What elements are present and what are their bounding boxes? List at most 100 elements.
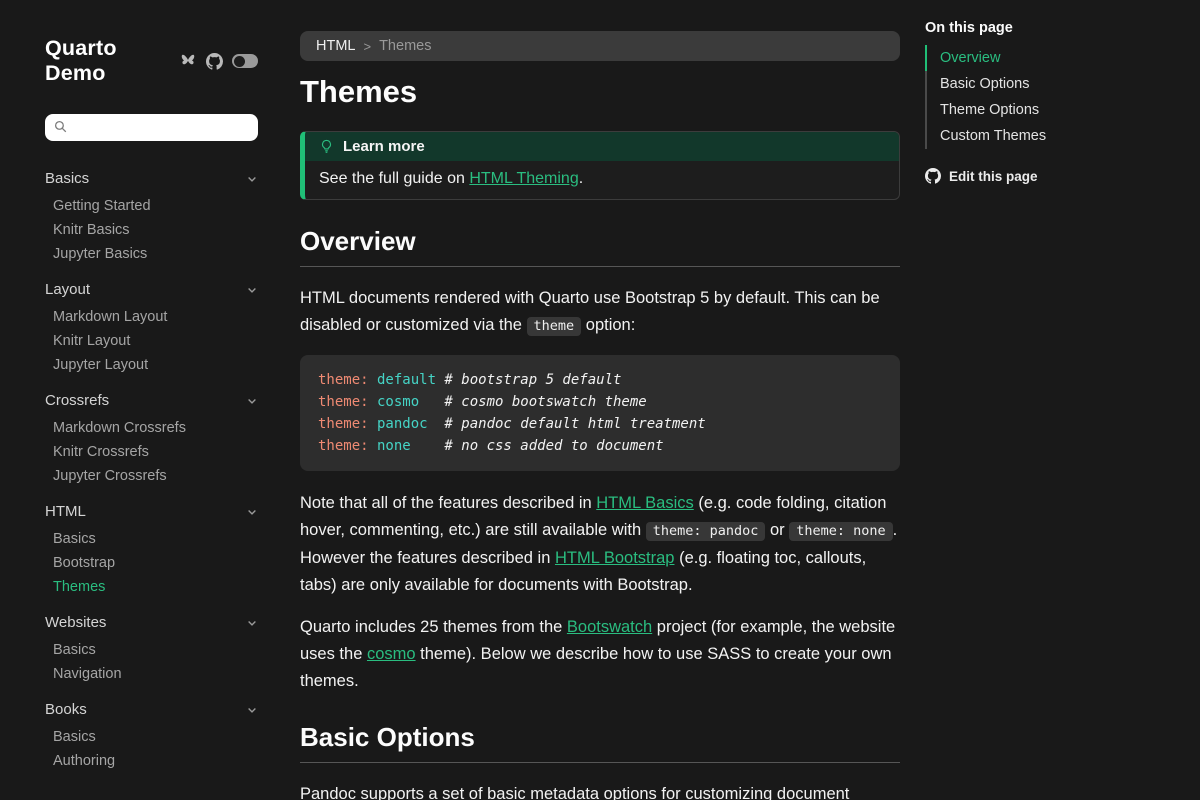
chevron-down-icon xyxy=(246,506,258,518)
lightbulb-icon xyxy=(319,139,334,154)
callout-header: Learn more xyxy=(305,132,899,161)
breadcrumb-html[interactable]: HTML xyxy=(316,38,355,54)
theme-toggle-icon[interactable] xyxy=(232,54,258,68)
yaml-comment: # pandoc default html treatment xyxy=(444,416,705,432)
sidebar-section-layout: Layout Markdown Layout Knitr Layout Jupy… xyxy=(45,279,258,377)
code-line: theme:pandoc# pandoc default html treatm… xyxy=(318,413,882,435)
inline-code-theme: theme xyxy=(527,317,582,336)
text-run: Note that all of the features described … xyxy=(300,494,596,512)
sidebar-item-websites-basics[interactable]: Basics xyxy=(45,638,258,662)
search-box xyxy=(45,114,258,141)
basic-options-paragraph: Pandoc supports a set of basic metadata … xyxy=(300,781,900,800)
sidebar-item-knitr-layout[interactable]: Knitr Layout xyxy=(45,329,258,353)
chevron-down-icon xyxy=(246,395,258,407)
chevron-down-icon xyxy=(246,284,258,296)
toc-item-basic-options[interactable]: Basic Options xyxy=(925,71,1200,97)
sidebar-item-navigation[interactable]: Navigation xyxy=(45,662,258,686)
sidebar-section-html: HTML Basics Bootstrap Themes xyxy=(45,501,258,599)
text-run: Quarto includes 25 themes from the xyxy=(300,618,567,636)
yaml-code-block: theme:default# bootstrap 5 default theme… xyxy=(300,355,900,471)
breadcrumb-themes: Themes xyxy=(379,38,431,54)
sidebar-section-toggle[interactable]: Basics xyxy=(45,168,258,190)
toc-item-custom-themes[interactable]: Custom Themes xyxy=(925,123,1200,149)
github-icon[interactable] xyxy=(206,53,223,70)
sidebar-item-markdown-layout[interactable]: Markdown Layout xyxy=(45,305,258,329)
html-theming-link[interactable]: HTML Theming xyxy=(469,170,578,187)
overview-paragraph-1: HTML documents rendered with Quarto use … xyxy=(300,285,900,340)
bootswatch-link[interactable]: Bootswatch xyxy=(567,618,652,636)
sidebar-item-books-basics[interactable]: Basics xyxy=(45,725,258,749)
text-run: option: xyxy=(581,316,635,334)
overview-heading: Overview xyxy=(300,226,900,256)
overview-paragraph-2: Note that all of the features described … xyxy=(300,490,900,599)
toc-list: Overview Basic Options Theme Options Cus… xyxy=(925,45,1200,149)
code-line: theme:cosmo# cosmo bootswatch theme xyxy=(318,391,882,413)
page: Quarto Demo Basics xyxy=(0,0,1200,800)
basic-options-heading: Basic Options xyxy=(300,722,900,752)
sidebar-section-websites: Websites Basics Navigation xyxy=(45,612,258,686)
yaml-key: theme: xyxy=(318,369,377,391)
search-input[interactable] xyxy=(45,114,258,141)
yaml-value: pandoc xyxy=(377,413,444,435)
toc-item-theme-options[interactable]: Theme Options xyxy=(925,97,1200,123)
sidebar-section-toggle[interactable]: Websites xyxy=(45,612,258,634)
toc-item-overview[interactable]: Overview xyxy=(925,45,1200,71)
sidebar-section-basics: Basics Getting Started Knitr Basics Jupy… xyxy=(45,168,258,266)
sidebar-section-toggle[interactable]: Crossrefs xyxy=(45,390,258,412)
sidebar-item-jupyter-basics[interactable]: Jupyter Basics xyxy=(45,242,258,266)
sidebar-item-themes-active[interactable]: Themes xyxy=(45,575,258,599)
section-label: Books xyxy=(45,699,87,721)
inline-code-theme-pandoc: theme: pandoc xyxy=(646,522,766,541)
sidebar-item-knitr-basics[interactable]: Knitr Basics xyxy=(45,218,258,242)
page-title: Themes xyxy=(300,75,900,109)
chevron-down-icon xyxy=(246,704,258,716)
yaml-value: default xyxy=(377,369,444,391)
code-line: theme:none# no css added to document xyxy=(318,435,882,457)
main-content: HTML > Themes Themes Learn more See the … xyxy=(283,0,900,800)
yaml-key: theme: xyxy=(318,391,377,413)
text-run: or xyxy=(765,521,789,539)
sidebar-nav: Basics Getting Started Knitr Basics Jupy… xyxy=(45,168,258,773)
section-label: Websites xyxy=(45,612,106,634)
sidebar: Quarto Demo Basics xyxy=(0,0,283,800)
sidebar-item-getting-started[interactable]: Getting Started xyxy=(45,194,258,218)
section-label: Crossrefs xyxy=(45,390,109,412)
sidebar-section-books: Books Basics Authoring xyxy=(45,699,258,773)
sidebar-item-bootstrap[interactable]: Bootstrap xyxy=(45,551,258,575)
sidebar-section-toggle[interactable]: HTML xyxy=(45,501,258,523)
sidebar-item-html-basics[interactable]: Basics xyxy=(45,527,258,551)
yaml-comment: # no css added to document xyxy=(444,438,663,454)
html-bootstrap-link[interactable]: HTML Bootstrap xyxy=(555,549,675,567)
sidebar-item-jupyter-crossrefs[interactable]: Jupyter Crossrefs xyxy=(45,464,258,488)
callout-period: . xyxy=(579,170,583,187)
edit-this-page-label: Edit this page xyxy=(949,169,1038,184)
sidebar-section-crossrefs: Crossrefs Markdown Crossrefs Knitr Cross… xyxy=(45,390,258,488)
heading-rule xyxy=(300,266,900,267)
sidebar-section-toggle[interactable]: Layout xyxy=(45,279,258,301)
yaml-value: none xyxy=(377,435,444,457)
site-title: Quarto Demo xyxy=(45,36,170,86)
toc-title: On this page xyxy=(925,18,1200,38)
chevron-down-icon xyxy=(246,173,258,185)
section-label: HTML xyxy=(45,501,86,523)
callout-body: See the full guide on HTML Theming. xyxy=(305,161,899,199)
sidebar-item-authoring[interactable]: Authoring xyxy=(45,749,258,773)
cosmo-link[interactable]: cosmo xyxy=(367,645,416,663)
heading-rule xyxy=(300,762,900,763)
edit-this-page-link[interactable]: Edit this page xyxy=(925,168,1200,184)
breadcrumb: HTML > Themes xyxy=(300,31,900,61)
html-basics-link[interactable]: HTML Basics xyxy=(596,494,694,512)
github-icon xyxy=(925,168,941,184)
yaml-comment: # bootstrap 5 default xyxy=(444,372,621,388)
section-label: Layout xyxy=(45,279,90,301)
overview-paragraph-3: Quarto includes 25 themes from the Boots… xyxy=(300,614,900,695)
sidebar-item-jupyter-layout[interactable]: Jupyter Layout xyxy=(45,353,258,377)
toc-sidebar: On this page Overview Basic Options Them… xyxy=(900,0,1200,800)
sidebar-section-toggle[interactable]: Books xyxy=(45,699,258,721)
yaml-key: theme: xyxy=(318,413,377,435)
callout-text: See the full guide on xyxy=(319,170,469,187)
sidebar-item-knitr-crossrefs[interactable]: Knitr Crossrefs xyxy=(45,440,258,464)
callout-tip: Learn more See the full guide on HTML Th… xyxy=(300,131,900,200)
sidebar-item-markdown-crossrefs[interactable]: Markdown Crossrefs xyxy=(45,416,258,440)
butterfly-icon[interactable] xyxy=(179,53,197,69)
